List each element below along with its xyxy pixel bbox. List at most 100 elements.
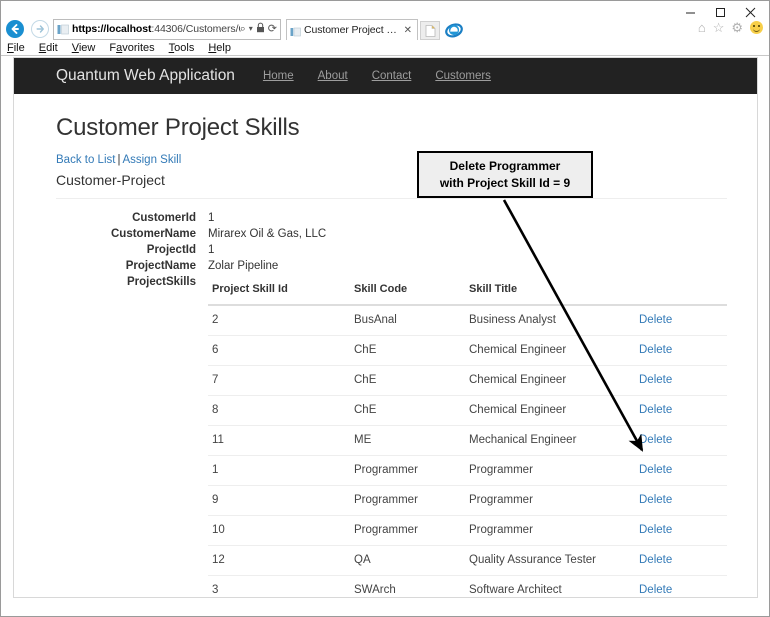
action-links: Back to List | Assign Skill <box>56 154 727 166</box>
cell-skill-title: Business Analyst <box>469 314 556 326</box>
column-header-skill-code: Skill Code <box>350 276 465 306</box>
chevron-down-icon[interactable]: ▾ <box>249 25 253 33</box>
cell-skill-code: BusAnal <box>354 314 397 326</box>
detail-row-customerid: CustomerId 1 <box>56 211 727 226</box>
menu-file[interactable]: File <box>7 42 25 54</box>
nav-link-about[interactable]: About <box>318 70 348 82</box>
delete-link[interactable]: Delete <box>639 494 672 506</box>
link-separator: | <box>117 154 121 166</box>
browser-chrome: https://localhost:44306/Customers/Custom… <box>1 1 769 56</box>
menu-edit[interactable]: Edit <box>39 42 58 54</box>
divider <box>56 198 727 199</box>
new-tab-button[interactable] <box>420 21 440 40</box>
delete-link[interactable]: Delete <box>639 404 672 416</box>
page-title: Customer Project Skills <box>56 114 300 141</box>
cell-project-skill-id: 9 <box>208 485 350 516</box>
home-icon[interactable]: ⌂ <box>698 21 706 34</box>
cell-actions: Delete <box>635 425 727 456</box>
site-navbar: Quantum Web Application Home About Conta… <box>14 58 757 94</box>
tab-strip: Customer Project Skills - Q... ✕ <box>286 18 465 40</box>
menu-help[interactable]: Help <box>208 42 231 54</box>
nav-link-customers[interactable]: Customers <box>435 70 491 82</box>
browser-toolbar-icons: ⌂ ☆ ⚙ <box>698 21 763 34</box>
settings-gear-icon[interactable]: ⚙ <box>731 21 743 34</box>
delete-link[interactable]: Delete <box>639 464 672 476</box>
search-icon[interactable]: ⌕ <box>240 23 246 35</box>
detail-label: CustomerName <box>111 228 196 240</box>
cell-skill-code: ChE <box>350 395 465 426</box>
nav-link-home[interactable]: Home <box>263 70 294 82</box>
delete-link[interactable]: Delete <box>639 374 672 386</box>
annotation-callout-box: Delete Programmer with Project Skill Id … <box>417 151 593 198</box>
detail-value: 1 <box>208 244 215 256</box>
cell-actions: Delete <box>635 515 727 546</box>
delete-link[interactable]: Delete <box>639 524 672 536</box>
tab-customer-project-skills[interactable]: Customer Project Skills - Q... ✕ <box>286 19 418 40</box>
favorites-star-icon[interactable]: ☆ <box>713 21 725 34</box>
detail-label: ProjectName <box>125 260 196 272</box>
cell-skill-code: QA <box>350 545 465 576</box>
cell-actions: Delete <box>635 485 727 516</box>
menu-view[interactable]: View <box>72 42 96 54</box>
back-to-list-link[interactable]: Back to List <box>56 154 115 166</box>
assign-skill-link[interactable]: Assign Skill <box>122 154 181 166</box>
column-header-actions <box>635 276 727 306</box>
cell-skill-code: ChE <box>350 365 465 396</box>
smiley-icon[interactable] <box>750 21 763 34</box>
cell-skill-code: Programmer <box>350 485 465 516</box>
delete-link[interactable]: Delete <box>639 554 672 566</box>
menu-favorites[interactable]: Favorites <box>109 42 154 54</box>
cell-skill-title: Chemical Engineer <box>465 365 635 396</box>
site-nav-links: Home About Contact Customers <box>263 70 491 82</box>
table-row: 11 ME Mechanical Engineer Delete <box>208 425 727 456</box>
tab-title: Customer Project Skills - Q... <box>304 24 399 36</box>
delete-link[interactable]: Delete <box>639 434 672 446</box>
annotation-line-1: Delete Programmer <box>449 158 561 173</box>
back-button[interactable] <box>4 18 26 40</box>
cell-project-skill-id: 7 <box>208 365 350 396</box>
project-skills-table: Project Skill Id Skill Code Skill Title … <box>208 276 727 597</box>
cell-skill-title: Programmer <box>465 515 635 546</box>
cell-skill-title: Programmer <box>465 455 635 486</box>
detail-row-projectskills: ProjectSkills Project Skill Id Skill Cod… <box>56 275 727 597</box>
cell-skill-title: Chemical Engineer <box>465 335 635 366</box>
detail-value: Mirarex Oil & Gas, LLC <box>208 228 327 240</box>
cell-project-skill-id: 2 <box>212 314 219 326</box>
delete-link[interactable]: Delete <box>639 584 672 596</box>
menu-bar: File Edit View Favorites Tools Help <box>7 41 231 55</box>
table-row: 9 Programmer Programmer Delete <box>208 485 727 516</box>
address-url: https://localhost:44306/Customers/Custom… <box>72 23 240 35</box>
cell-actions: Delete <box>635 455 727 486</box>
cell-project-skill-id: 11 <box>208 425 350 456</box>
detail-value: 1 <box>208 212 215 224</box>
forward-button[interactable] <box>29 18 51 40</box>
lock-icon[interactable] <box>256 22 265 36</box>
cell-project-skill-id: 8 <box>208 395 350 426</box>
delete-link[interactable]: Delete <box>639 344 672 356</box>
detail-value: Zolar Pipeline <box>208 260 279 272</box>
cell-skill-code: Programmer <box>350 455 465 486</box>
table-body: 2 BusAnal Business Analyst Delete 6 ChE Chemic… <box>208 305 727 597</box>
cell-actions: Delete <box>635 365 727 396</box>
table-row: 12 QA Quality Assurance Tester Delete <box>208 545 727 576</box>
site-brand[interactable]: Quantum Web Application <box>56 67 235 85</box>
table-row: 2 BusAnal Business Analyst Delete <box>208 305 727 336</box>
forward-arrow-icon <box>31 20 49 38</box>
cell-actions: Delete <box>635 575 727 597</box>
tab-close-icon[interactable]: ✕ <box>402 25 414 36</box>
cell-project-skill-id: 10 <box>208 515 350 546</box>
nav-link-contact[interactable]: Contact <box>372 70 412 82</box>
navigation-row: https://localhost:44306/Customers/Custom… <box>1 18 769 40</box>
address-url-path: :44306/Customers/CustomerProjectSkills/1 <box>151 23 239 35</box>
page-content: Customer Project Skills Back to List | Ass… <box>14 94 757 597</box>
cell-actions: Delete <box>635 305 727 336</box>
menu-tools[interactable]: Tools <box>169 42 195 54</box>
back-arrow-icon <box>6 20 24 38</box>
cell-skill-title: Software Architect <box>465 575 635 597</box>
refresh-icon[interactable]: ⟳ <box>268 23 277 35</box>
address-bar[interactable]: https://localhost:44306/Customers/Custom… <box>53 18 281 40</box>
delete-link[interactable]: Delete <box>639 314 672 326</box>
internet-explorer-icon[interactable] <box>443 20 465 40</box>
cell-skill-code: Programmer <box>350 515 465 546</box>
details-list: CustomerId 1 CustomerName Mirarex Oil & … <box>56 211 727 597</box>
